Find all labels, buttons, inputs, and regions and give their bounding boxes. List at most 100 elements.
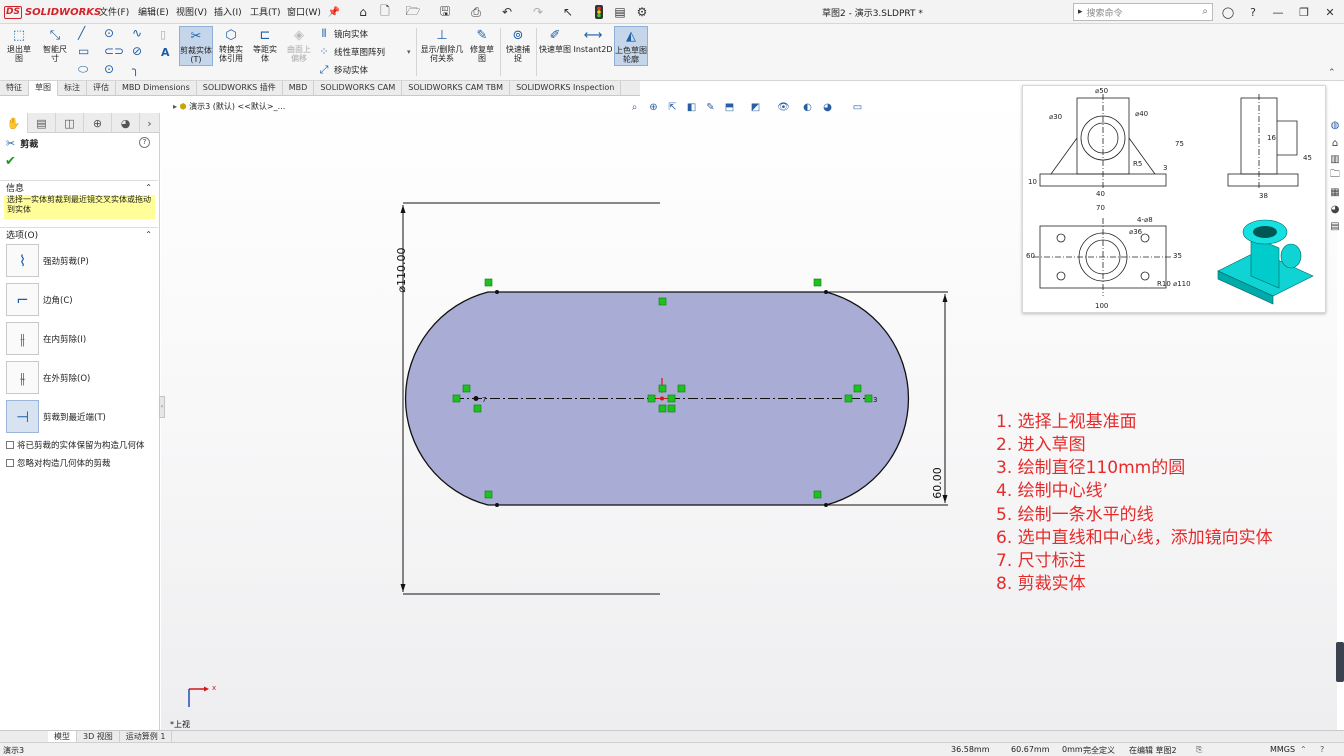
- relation-glyph[interactable]: [864, 394, 873, 403]
- trim-option-corner[interactable]: ⌐ 边角(C): [6, 283, 73, 316]
- property-manager-tab[interactable]: ▤: [28, 113, 56, 133]
- arrowhead: [204, 686, 209, 692]
- trim-option-inside[interactable]: ⫲ 在内剪除(I): [6, 322, 86, 355]
- tab-motion-study[interactable]: 运动算例 1: [120, 731, 173, 742]
- sketch-point[interactable]: [495, 290, 499, 294]
- tab-model[interactable]: 模型: [48, 731, 77, 742]
- help-icon[interactable]: ?: [1320, 745, 1324, 754]
- info-header-label: 信息: [6, 184, 25, 194]
- option-label: 在外剪除(O): [43, 373, 91, 384]
- side-handle[interactable]: [1336, 642, 1344, 682]
- sketch-point[interactable]: [824, 503, 828, 507]
- relation-glyph[interactable]: [667, 404, 676, 413]
- feature-manager-tab[interactable]: ✋: [0, 113, 28, 133]
- panel-collapse-handle[interactable]: ‹: [159, 396, 165, 418]
- arrowhead: [400, 584, 406, 592]
- dimxpert-manager-tab[interactable]: ⊕: [84, 113, 112, 133]
- view-name-label: *上视: [170, 719, 190, 729]
- status-editing: 在编辑 草图2: [1129, 746, 1177, 755]
- ref-iso-boss: [1280, 243, 1302, 269]
- trim-outside-icon: ⫳: [6, 361, 39, 394]
- file-explorer-icon[interactable]: 🗀: [1328, 168, 1342, 182]
- relation-glyph[interactable]: [452, 394, 461, 403]
- status-bar: 演示3 36.58mm 60.67mm 0mm 完全定义 在编辑 草图2 ⎘ M…: [0, 742, 1344, 756]
- relation-glyph[interactable]: [658, 384, 667, 393]
- relation-glyph[interactable]: [658, 404, 667, 413]
- options-header-label: 选项(O): [6, 231, 39, 241]
- relation-glyph[interactable]: [647, 394, 656, 403]
- ref-label: 60: [1026, 252, 1035, 260]
- trim-inside-icon: ⫲: [6, 322, 39, 355]
- arrowhead: [400, 205, 406, 213]
- resources-home-icon[interactable]: ⌂: [1328, 136, 1342, 150]
- endpoint-label-left: 7: [482, 396, 486, 404]
- help-icon[interactable]: ?: [139, 137, 150, 148]
- options-section-header[interactable]: 选项(O) ⌃: [0, 227, 158, 241]
- rebuild-icon[interactable]: ⎘: [1196, 745, 1202, 755]
- design-library-icon[interactable]: ▥: [1328, 152, 1342, 166]
- view-palette-icon[interactable]: ▦: [1328, 185, 1342, 199]
- keep-trimmed-as-construction-checkbox[interactable]: 将已剪裁的实体保留为构造几何体: [6, 439, 145, 451]
- ref-label: ⌀36: [1129, 228, 1143, 236]
- checkbox-label: 忽略对构造几何体的剪裁: [17, 459, 111, 469]
- color-wheel-icon: ◕: [120, 116, 131, 130]
- option-label: 强劲剪裁(P): [43, 256, 89, 267]
- step-item: 6. 选中直线和中心线，添加镜向实体: [996, 528, 1273, 548]
- sketch-point[interactable]: [473, 396, 479, 401]
- sketch-point[interactable]: [495, 503, 499, 507]
- ref-hole: [1140, 271, 1150, 281]
- info-section-header[interactable]: 信息 ⌃: [0, 180, 158, 194]
- step-item: 5. 绘制一条水平的线: [996, 505, 1154, 525]
- ref-label: R5: [1133, 160, 1142, 168]
- relation-glyph[interactable]: [473, 404, 482, 413]
- chevron-up-icon: ⌃: [145, 183, 152, 192]
- relation-glyph[interactable]: [813, 278, 822, 287]
- relation-glyph[interactable]: [484, 490, 493, 499]
- option-label: 在内剪除(I): [43, 334, 87, 345]
- relation-glyph[interactable]: [813, 490, 822, 499]
- relation-glyph[interactable]: [658, 297, 667, 306]
- globe-icon[interactable]: ◍: [1328, 118, 1342, 132]
- sketch-point[interactable]: [824, 290, 828, 294]
- ref-label: 4-⌀8: [1137, 216, 1153, 224]
- relation-glyph[interactable]: [844, 394, 853, 403]
- trim-option-outside[interactable]: ⫳ 在外剪除(O): [6, 361, 90, 394]
- ok-checkmark-icon[interactable]: ✔: [5, 154, 16, 169]
- trim-to-closest-icon: ⊣: [6, 400, 39, 433]
- ref-rib-line: [1128, 137, 1156, 175]
- status-document: 演示3: [3, 746, 25, 755]
- step-item: 4. 绘制中心线’: [996, 481, 1109, 501]
- panel-scroll-arrows[interactable]: ›: [140, 113, 160, 133]
- ref-hole: [1056, 271, 1066, 281]
- tab-3d-views[interactable]: 3D 视图: [77, 731, 120, 742]
- view-triad: [188, 686, 209, 707]
- display-manager-tab[interactable]: ◕: [112, 113, 140, 133]
- appearances-icon[interactable]: ◕: [1328, 202, 1342, 216]
- ignore-construction-checkbox[interactable]: 忽略对构造几何体的剪裁: [6, 457, 111, 469]
- checkbox-box: [6, 459, 14, 467]
- trim-option-power[interactable]: ⌇ 强劲剪裁(P): [6, 244, 89, 277]
- configuration-icon: ◫: [64, 116, 75, 130]
- relation-glyph[interactable]: [462, 384, 471, 393]
- ref-label: R10: [1157, 280, 1171, 288]
- configuration-manager-tab[interactable]: ◫: [56, 113, 84, 133]
- relation-glyph[interactable]: [667, 394, 676, 403]
- trim-option-closest[interactable]: ⊣ 剪裁到最近端(T): [6, 400, 106, 433]
- ref-iso-model: [1217, 219, 1314, 305]
- crosshair-icon: ⊕: [92, 116, 103, 130]
- chevron-up-icon[interactable]: ⌃: [1300, 745, 1307, 754]
- status-units[interactable]: MMGS: [1270, 745, 1295, 754]
- panel-tabs: ✋ ▤ ◫ ⊕ ◕ ›: [0, 113, 160, 133]
- height-dimension-text[interactable]: 60.00: [931, 467, 944, 499]
- diameter-dimension-text[interactable]: ⌀110.00: [395, 247, 408, 292]
- arrowhead: [942, 294, 948, 302]
- step-item: 7. 尺寸标注: [996, 551, 1086, 571]
- ref-rib-line: [1050, 137, 1078, 175]
- relation-glyph[interactable]: [853, 384, 862, 393]
- custom-properties-icon[interactable]: ▤: [1328, 219, 1342, 233]
- ref-label: ⌀110: [1173, 280, 1191, 288]
- relation-glyph[interactable]: [484, 278, 493, 287]
- step-item: 1. 选择上视基准面: [996, 412, 1137, 432]
- relation-glyph[interactable]: [677, 384, 686, 393]
- ref-label: 40: [1096, 190, 1105, 198]
